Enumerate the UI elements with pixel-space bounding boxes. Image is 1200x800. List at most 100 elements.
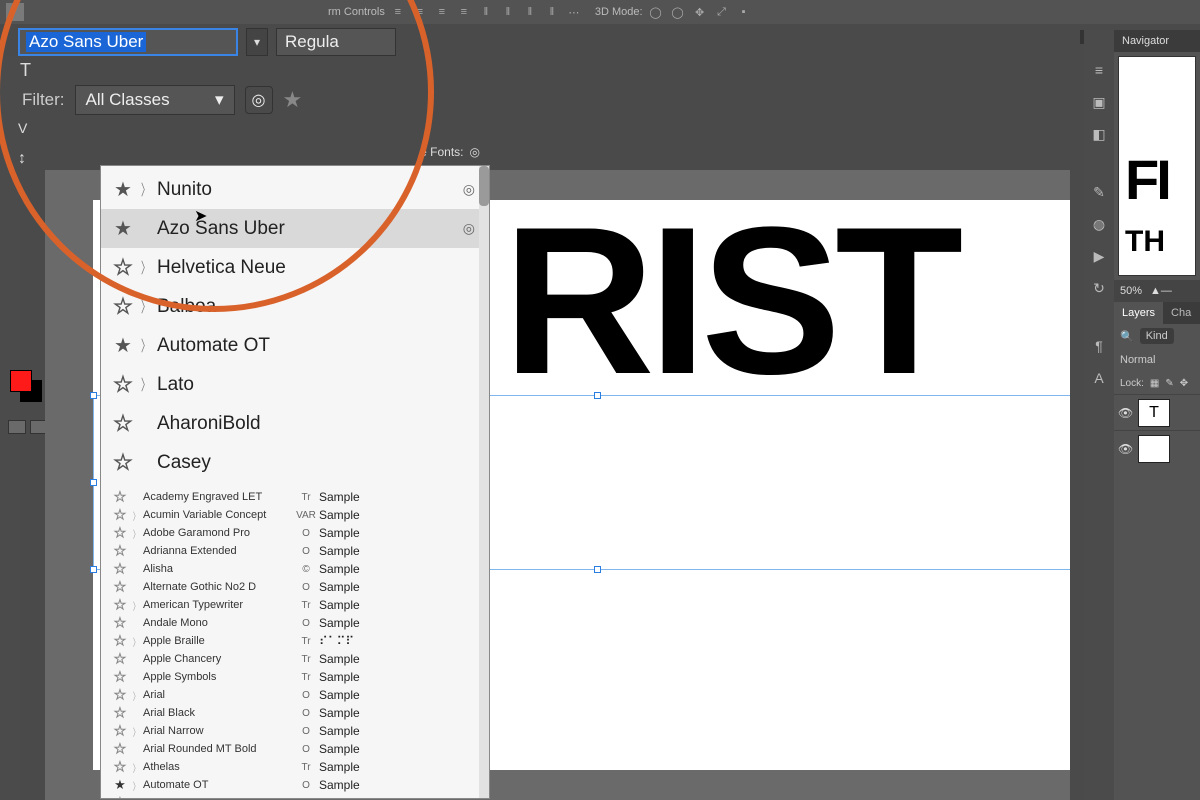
favorite-star-icon[interactable]: ★ bbox=[111, 372, 135, 397]
move-tool-icon[interactable]: V bbox=[18, 120, 27, 136]
favorite-star-icon[interactable]: ★ bbox=[111, 795, 129, 799]
featured-font-row[interactable]: ★Azo Sans Uber◎ bbox=[101, 209, 489, 248]
font-list-row[interactable]: ★Adrianna ExtendedOSample bbox=[101, 542, 489, 560]
font-list-row[interactable]: ★Apple SymbolsTrSample bbox=[101, 668, 489, 686]
font-list-row[interactable]: ★〉Adobe Garamond ProOSample bbox=[101, 524, 489, 542]
more-icon[interactable]: ⋯ bbox=[565, 3, 583, 21]
featured-font-row[interactable]: ★〉Automate OT bbox=[101, 326, 489, 365]
expand-chevron-icon[interactable]: 〉 bbox=[129, 724, 143, 739]
favorite-star-icon[interactable]: ★ bbox=[111, 597, 129, 613]
standard-mode-icon[interactable] bbox=[8, 420, 26, 434]
favorite-star-icon[interactable]: ★ bbox=[111, 507, 129, 523]
swatches-icon[interactable]: ◍ bbox=[1089, 214, 1109, 234]
favorite-star-icon[interactable]: ★ bbox=[111, 450, 135, 475]
font-list-row[interactable]: ★Arial Rounded MT BoldOSample bbox=[101, 740, 489, 758]
layer-kind-filter[interactable]: 🔍Kind bbox=[1114, 324, 1200, 348]
3d-move-icon[interactable]: ✥ bbox=[691, 3, 709, 21]
favorite-star-icon[interactable]: ★ bbox=[111, 687, 129, 703]
font-list-row[interactable]: ★Alternate Gothic No2 DOSample bbox=[101, 578, 489, 596]
expand-chevron-icon[interactable]: 〉 bbox=[135, 296, 157, 317]
3d-orbit-icon[interactable]: ◯ bbox=[647, 3, 665, 21]
visibility-icon[interactable]: 👁 bbox=[1118, 406, 1132, 420]
favorite-star-icon[interactable]: ★ bbox=[111, 633, 129, 649]
font-list-row[interactable]: ★〉Apple BrailleTr⠎⠁⠍⠏ bbox=[101, 632, 489, 650]
featured-font-row[interactable]: ★〉Balboa bbox=[101, 287, 489, 326]
handle-bot-left[interactable] bbox=[90, 566, 97, 573]
favorite-star-icon[interactable]: ★ bbox=[111, 615, 129, 631]
font-list-row[interactable]: ★〉AvenirTrSample bbox=[101, 794, 489, 799]
favorite-star-icon[interactable]: ★ bbox=[111, 411, 135, 436]
layers-icon[interactable]: ◧ bbox=[1089, 124, 1109, 144]
font-list-row[interactable]: ★〉ArialOSample bbox=[101, 686, 489, 704]
font-list-row[interactable]: ★Alisha©Sample bbox=[101, 560, 489, 578]
tab-layers[interactable]: Layers bbox=[1114, 302, 1163, 324]
expand-chevron-icon[interactable]: 〉 bbox=[135, 374, 157, 395]
font-list-row[interactable]: ★〉American TypewriterTrSample bbox=[101, 596, 489, 614]
lock-position-icon[interactable]: ✥ bbox=[1180, 378, 1188, 389]
align-left-2-icon[interactable]: ≡ bbox=[455, 3, 473, 21]
expand-chevron-icon[interactable]: 〉 bbox=[135, 179, 157, 200]
handle-top-left[interactable] bbox=[90, 392, 97, 399]
favorite-star-icon[interactable]: ★ bbox=[111, 741, 129, 757]
creative-cloud-icon[interactable]: ◎ bbox=[470, 145, 480, 159]
align-right-icon[interactable]: ≡ bbox=[433, 3, 451, 21]
featured-font-row[interactable]: ★〉Helvetica Neue bbox=[101, 248, 489, 287]
lock-pixel-icon[interactable]: ✎ bbox=[1165, 378, 1173, 389]
favorite-star-icon[interactable]: ★ bbox=[111, 333, 135, 358]
zoom-slider-icon[interactable]: ▲— bbox=[1150, 285, 1172, 297]
expand-chevron-icon[interactable]: 〉 bbox=[129, 760, 143, 775]
expand-chevron-icon[interactable]: 〉 bbox=[129, 796, 143, 800]
font-weight-select[interactable]: Regula bbox=[276, 28, 396, 56]
font-list-row[interactable]: ★〉Acumin Variable ConceptVARSample bbox=[101, 506, 489, 524]
favorite-star-icon[interactable]: ★ bbox=[111, 525, 129, 541]
home-icon[interactable] bbox=[6, 3, 24, 21]
favorite-star-icon[interactable]: ★ bbox=[111, 579, 129, 595]
transform-tool-icon[interactable]: ↕ bbox=[18, 150, 26, 168]
favorite-star-icon[interactable]: ★ bbox=[111, 177, 135, 202]
font-family-dropdown-button[interactable]: ▾ bbox=[246, 28, 268, 56]
favorite-star-icon[interactable]: ★ bbox=[111, 705, 129, 721]
align-center-icon[interactable]: ≡ bbox=[411, 3, 429, 21]
font-list-row[interactable]: ★Academy Engraved LETTrSample bbox=[101, 488, 489, 506]
scrollbar-thumb[interactable] bbox=[479, 166, 489, 206]
3d-scale-icon[interactable]: ⤢ bbox=[713, 3, 731, 21]
favorite-star-icon[interactable]: ★ bbox=[111, 651, 129, 667]
favorite-star-icon[interactable]: ★ bbox=[111, 723, 129, 739]
font-list-row[interactable]: ★Arial BlackOSample bbox=[101, 704, 489, 722]
align-left-icon[interactable]: ≡ bbox=[389, 3, 407, 21]
play-icon[interactable]: ▶ bbox=[1089, 246, 1109, 266]
featured-font-row[interactable]: ★Casey bbox=[101, 443, 489, 482]
expand-chevron-icon[interactable]: 〉 bbox=[135, 257, 157, 278]
font-family-select[interactable]: Azo Sans Uber bbox=[18, 28, 238, 56]
ruler-icon[interactable]: ▣ bbox=[1089, 92, 1109, 112]
layer-background[interactable]: 👁 bbox=[1114, 430, 1200, 466]
favorite-star-icon[interactable]: ★ bbox=[111, 543, 129, 559]
expand-chevron-icon[interactable]: 〉 bbox=[129, 526, 143, 541]
favorite-star-icon[interactable]: ★ bbox=[111, 777, 129, 793]
font-list-row[interactable]: ★Apple ChanceryTrSample bbox=[101, 650, 489, 668]
featured-font-row[interactable]: ★〉Nunito◎ bbox=[101, 170, 489, 209]
sliders-icon[interactable]: ≡ bbox=[1089, 60, 1109, 80]
font-list-row[interactable]: ★〉Automate OTOSample bbox=[101, 776, 489, 794]
valign-bot-icon[interactable]: ‖ bbox=[521, 3, 539, 21]
expand-chevron-icon[interactable]: 〉 bbox=[129, 598, 143, 613]
character-icon[interactable]: A bbox=[1089, 368, 1109, 388]
blend-mode-select[interactable]: Normal bbox=[1114, 348, 1200, 372]
color-swatches[interactable] bbox=[10, 370, 32, 414]
layer-text[interactable]: 👁 T bbox=[1114, 394, 1200, 430]
3d-camera-icon[interactable]: ▪ bbox=[735, 3, 753, 21]
expand-chevron-icon[interactable]: 〉 bbox=[135, 335, 157, 356]
filter-classes-select[interactable]: All Classes ▾ bbox=[75, 85, 235, 115]
valign-top-icon[interactable]: ‖ bbox=[477, 3, 495, 21]
handle-bot-mid[interactable] bbox=[594, 566, 601, 573]
font-list-row[interactable]: ★〉Arial NarrowOSample bbox=[101, 722, 489, 740]
favorite-star-icon[interactable]: ★ bbox=[111, 294, 135, 319]
visibility-icon[interactable]: 👁 bbox=[1118, 442, 1132, 456]
brush-icon[interactable]: ✎ bbox=[1089, 182, 1109, 202]
favorite-star-icon[interactable]: ★ bbox=[111, 255, 135, 280]
handle-mid-left[interactable] bbox=[90, 479, 97, 486]
favorite-star-icon[interactable]: ★ bbox=[111, 489, 129, 505]
favorite-star-icon[interactable]: ★ bbox=[111, 216, 135, 241]
favorite-star-icon[interactable]: ★ bbox=[111, 561, 129, 577]
creative-cloud-icon[interactable]: ◎ bbox=[245, 86, 273, 114]
